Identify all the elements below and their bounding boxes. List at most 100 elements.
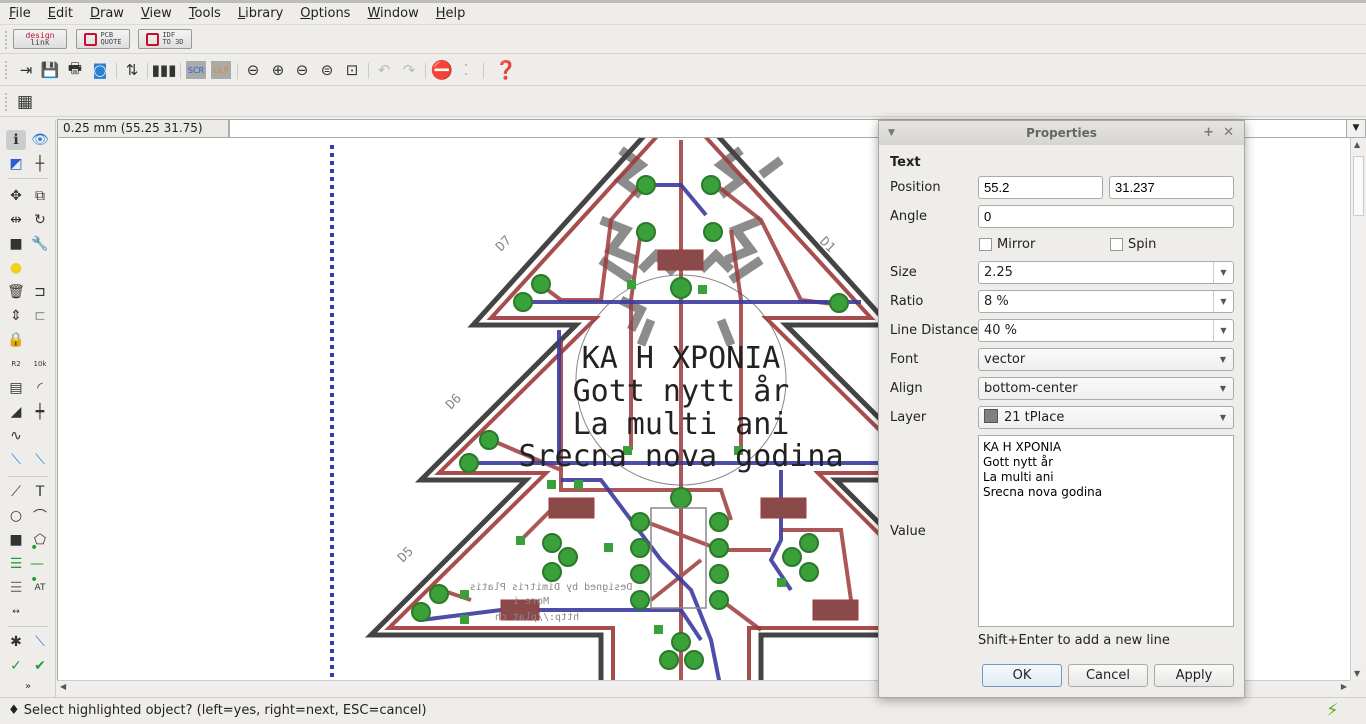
optimize-icon[interactable]: ┿ — [30, 402, 50, 422]
designlink-button[interactable]: design link — [13, 29, 67, 49]
route-icon[interactable]: ⟍ — [6, 450, 26, 470]
dialog-menu-icon[interactable]: ▼ — [888, 121, 895, 145]
wire-icon[interactable]: ⟋ — [6, 482, 26, 502]
position-x-field[interactable] — [978, 176, 1103, 199]
zoom-fit-icon[interactable]: ⊖ — [243, 60, 263, 80]
redo-icon[interactable]: ↷ — [399, 60, 419, 80]
help-icon[interactable]: ❓ — [495, 60, 517, 81]
text-icon[interactable]: T — [30, 482, 50, 502]
dialog-float-icon[interactable]: + — [1203, 121, 1214, 145]
go-icon[interactable]: ⁚ — [456, 60, 476, 80]
layer-select[interactable]: 21 tPlace ▼ — [978, 406, 1234, 429]
replace-icon[interactable]: ⊏ — [30, 306, 50, 326]
erc-icon[interactable]: ✓ — [6, 656, 26, 676]
command-history-dropdown[interactable]: ▼ — [1346, 119, 1366, 138]
lightning-icon[interactable]: ⚡ — [1326, 700, 1339, 721]
dimension-icon[interactable]: ↔ — [6, 602, 26, 622]
value-textarea[interactable]: KA H XPONIA Gott nytt år La multi ani Sr… — [978, 435, 1234, 627]
font-select[interactable]: vector ▼ — [978, 348, 1234, 371]
value-icon[interactable]: 10k — [30, 354, 50, 374]
mirror-icon[interactable]: ⇹ — [6, 210, 26, 230]
ratsnest-icon[interactable]: ✱ — [6, 632, 26, 652]
toolbar-grip[interactable] — [5, 31, 8, 49]
arc-icon[interactable]: ⌒ — [30, 506, 50, 526]
paste-icon[interactable]: ● — [6, 258, 26, 278]
chevron-down-icon[interactable]: ▼ — [1213, 262, 1233, 283]
vertical-scroll-thumb[interactable] — [1353, 156, 1364, 216]
angle-field[interactable] — [978, 205, 1234, 228]
print-icon[interactable]: 🖶 — [65, 59, 85, 80]
position-y-field[interactable] — [1109, 176, 1234, 199]
pcb-quote-button[interactable]: PCB QUOTE — [76, 29, 130, 49]
info-icon[interactable]: ℹ — [6, 130, 26, 150]
menu-edit[interactable]: Edit — [39, 6, 81, 21]
board-schematic-switch-icon[interactable]: ⇅ — [122, 60, 142, 80]
circle-icon[interactable]: ○ — [6, 506, 26, 526]
undo-icon[interactable]: ↶ — [374, 60, 394, 80]
dialog-close-icon[interactable]: ✕ — [1223, 121, 1234, 145]
rotate-icon[interactable]: ↻ — [30, 210, 50, 230]
scroll-left-icon[interactable]: ◀ — [60, 682, 66, 691]
add-icon[interactable]: ⊐ — [30, 282, 50, 302]
display-layers-icon[interactable]: ◩ — [6, 154, 26, 174]
copy-icon[interactable]: ⧉ — [30, 186, 50, 206]
line-distance-combo[interactable]: 40 % ▼ — [978, 319, 1234, 342]
change-icon[interactable]: 🔧 — [30, 234, 50, 254]
signal-icon[interactable]: •—• — [30, 540, 50, 588]
ok-button[interactable]: OK — [982, 664, 1062, 687]
rectangle-icon[interactable]: ■ — [6, 530, 26, 550]
show-icon[interactable]: 👁 — [30, 130, 50, 150]
meander-icon[interactable]: ∿ — [6, 426, 26, 446]
via-icon[interactable]: ☰ — [6, 554, 26, 574]
group-icon[interactable]: ■ — [6, 234, 26, 254]
chevron-down-icon[interactable]: ▼ — [1213, 291, 1233, 312]
menu-file[interactable]: File — [0, 6, 39, 21]
scroll-up-icon[interactable]: ▲ — [1354, 140, 1360, 149]
smash-icon[interactable]: ▤ — [6, 378, 26, 398]
size-combo[interactable]: 2.25 ▼ — [978, 261, 1234, 284]
zoom-out-icon[interactable]: ⊖ — [292, 60, 312, 80]
menu-options[interactable]: Options — [291, 6, 358, 21]
menu-help[interactable]: Help — [427, 6, 474, 21]
autorouter-icon[interactable]: ⟍ — [30, 632, 50, 652]
zoom-select-icon[interactable]: ⊡ — [342, 60, 362, 80]
delete-icon[interactable]: 🗑 — [6, 282, 26, 302]
mirror-checkbox[interactable] — [979, 238, 992, 251]
ripup-icon[interactable]: ⟍ — [30, 450, 50, 470]
split-icon[interactable]: ◢ — [6, 402, 26, 422]
menu-window[interactable]: Window — [358, 6, 426, 21]
stop-icon[interactable]: ⛔ — [431, 60, 453, 81]
save-icon[interactable]: 💾 — [40, 60, 60, 80]
ulp-button[interactable]: ULP — [211, 61, 231, 79]
cam-icon[interactable]: ◙ — [90, 60, 110, 80]
layers-icon[interactable]: ▮▮▮ — [152, 60, 177, 80]
menu-view[interactable]: View — [132, 6, 180, 21]
mark-icon[interactable]: ┼ — [30, 154, 50, 174]
dialog-titlebar[interactable]: ▼ Properties + ✕ — [879, 121, 1244, 145]
menu-draw[interactable]: Draw — [81, 6, 132, 21]
scroll-down-icon[interactable]: ▼ — [1354, 669, 1360, 678]
toolbar-grip[interactable] — [5, 61, 8, 79]
align-select[interactable]: bottom-center ▼ — [978, 377, 1234, 400]
idf-to-3d-button[interactable]: IDF TO 3D — [138, 29, 192, 49]
vertical-scrollbar[interactable]: ▲ ▼ — [1350, 138, 1366, 680]
chevron-down-icon[interactable]: ▼ — [1213, 320, 1233, 341]
ratio-combo[interactable]: 8 % ▼ — [978, 290, 1234, 313]
miter-icon[interactable]: ◜ — [30, 378, 50, 398]
name-icon[interactable]: R2 — [6, 354, 26, 374]
hole-icon[interactable]: ☰ — [6, 578, 26, 598]
grid-icon[interactable]: ▦ — [15, 92, 35, 112]
script-button[interactable]: SCR — [186, 61, 206, 79]
apply-button[interactable]: Apply — [1154, 664, 1234, 687]
cancel-button[interactable]: Cancel — [1068, 664, 1148, 687]
zoom-in-icon[interactable]: ⊕ — [268, 60, 288, 80]
open-icon[interactable]: ⇥ — [16, 60, 36, 80]
toolbar-grip[interactable] — [5, 93, 8, 111]
zoom-redraw-icon[interactable]: ⊜ — [317, 60, 337, 80]
menu-tools[interactable]: Tools — [180, 6, 229, 21]
drc-icon[interactable]: ✔ — [30, 656, 50, 676]
spin-checkbox[interactable] — [1110, 238, 1123, 251]
attribute-icon[interactable]: AT — [30, 578, 50, 598]
menu-library[interactable]: Library — [229, 6, 291, 21]
lock-icon[interactable]: 🔒 — [6, 330, 26, 350]
